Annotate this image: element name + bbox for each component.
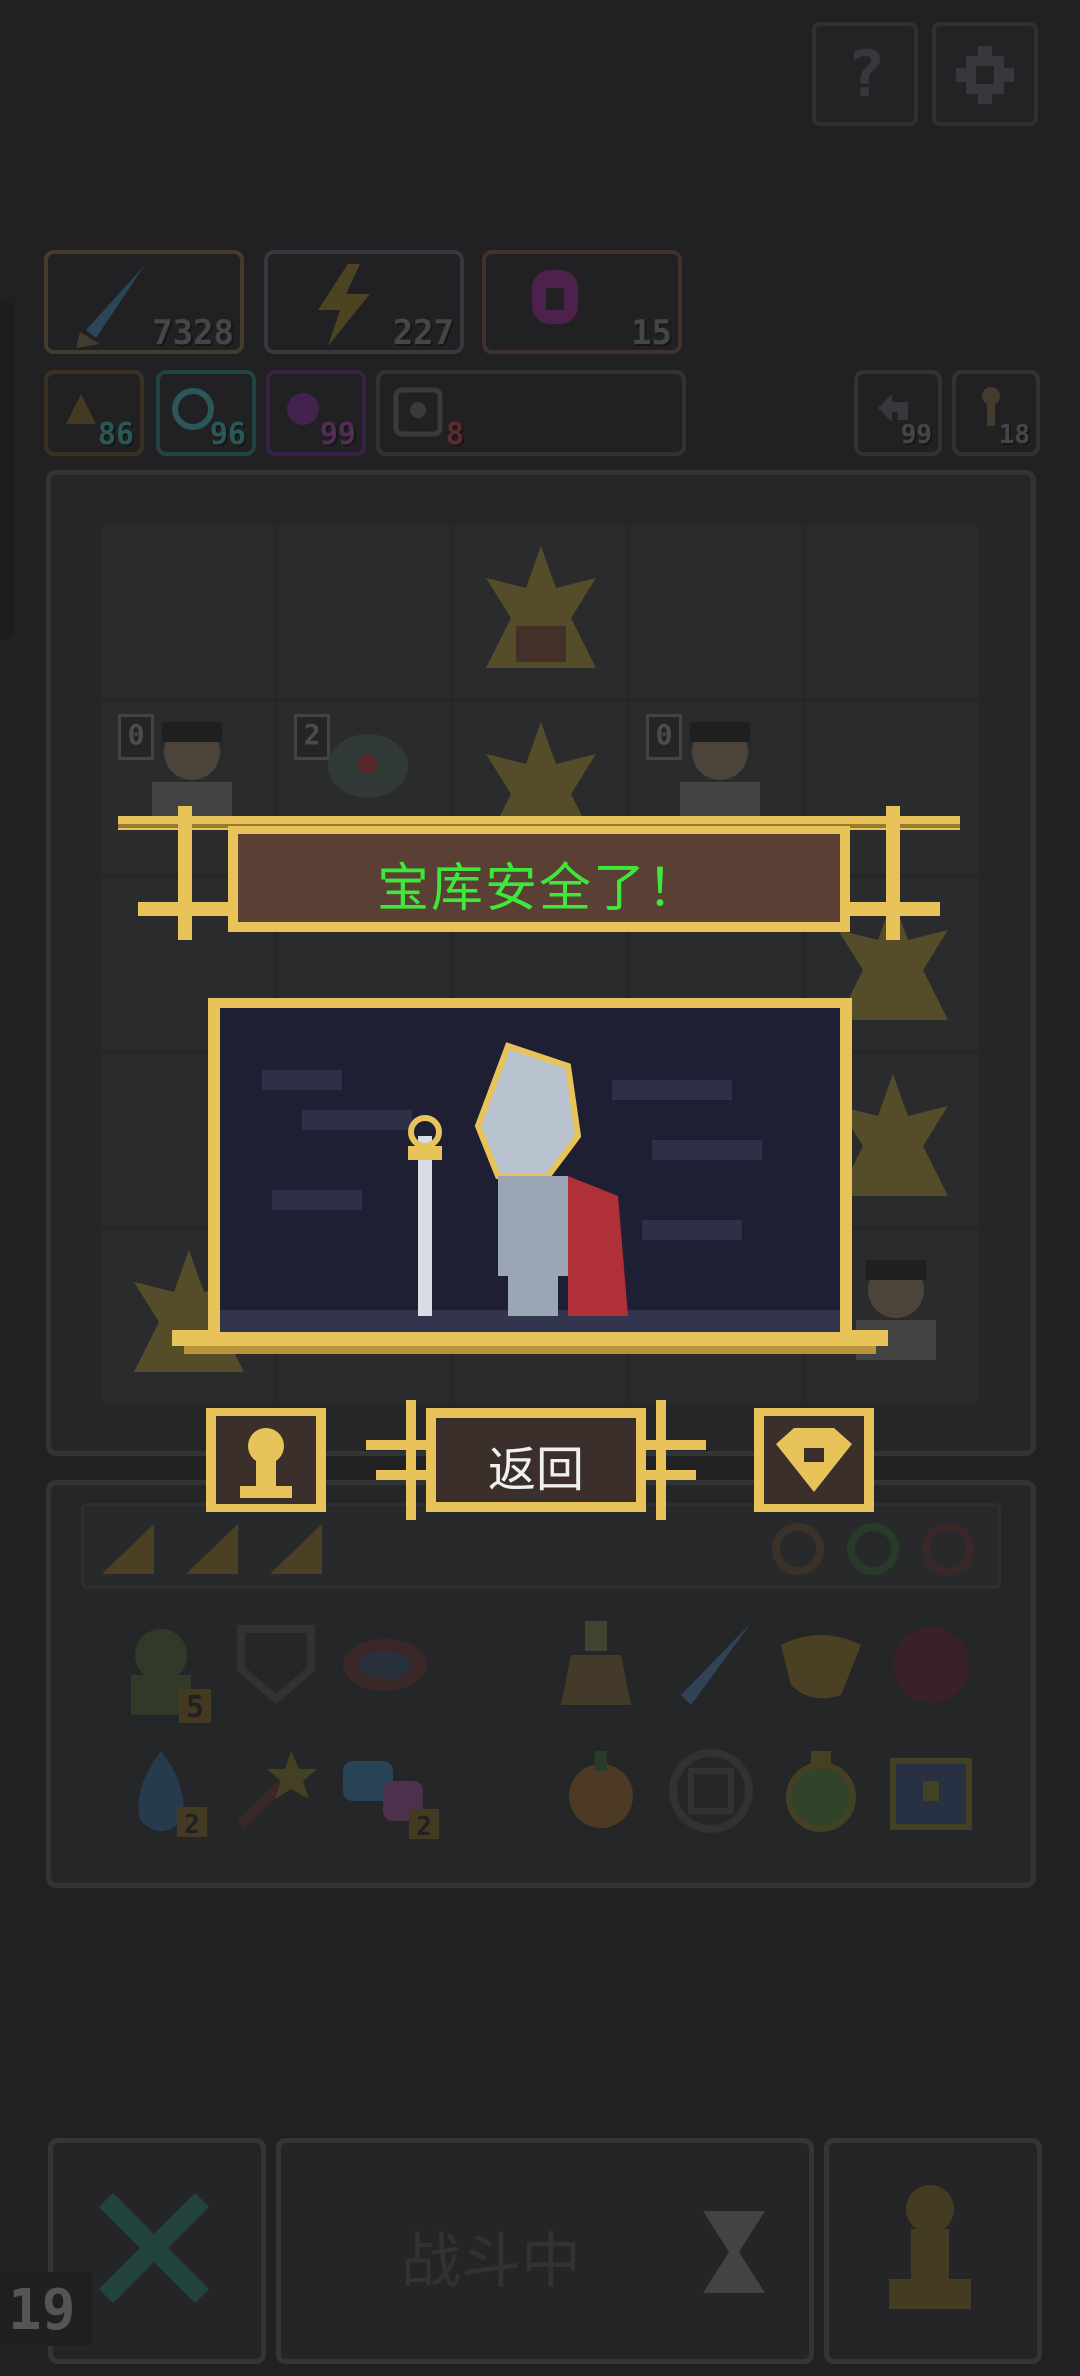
hero-portrait-frame: [172, 990, 888, 1372]
hero-slot-right[interactable]: [754, 1408, 874, 1512]
keyhole-icon: [206, 1408, 326, 1512]
back-button-label: 返回: [487, 1442, 584, 1498]
knight-icon: [408, 1042, 628, 1316]
dialog-title-banner: 宝库安全了！: [118, 806, 960, 940]
hero-slot-left[interactable]: [206, 1408, 326, 1512]
dialog-title: 宝库安全了！: [376, 859, 701, 919]
back-button[interactable]: 返回: [366, 1400, 706, 1520]
heart-gem-icon: [754, 1408, 874, 1512]
